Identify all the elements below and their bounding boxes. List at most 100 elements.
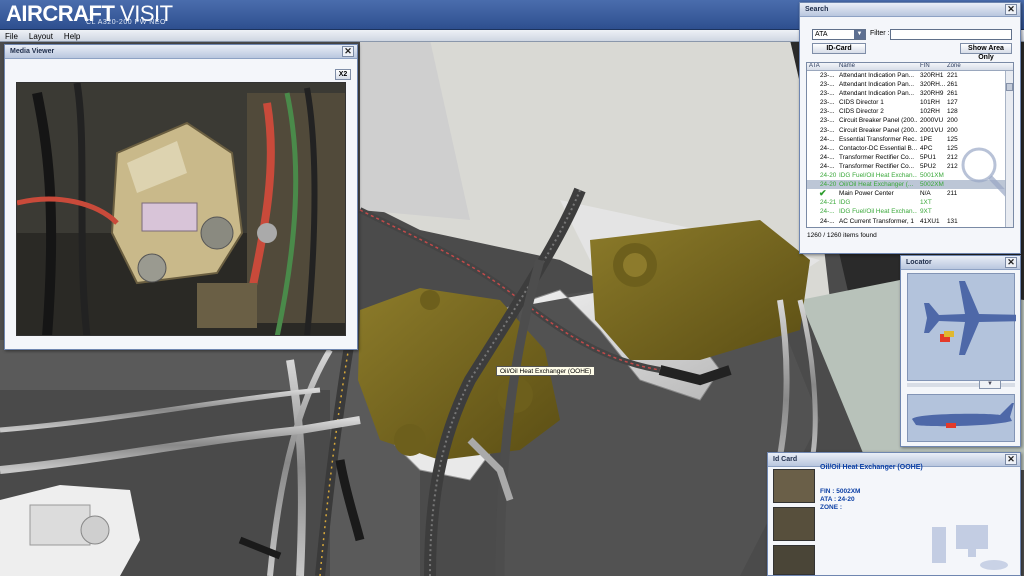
cell-ata: 23-... (820, 90, 835, 98)
cell-name: IDG Fuel/Oil Heat Exchan... (839, 172, 917, 180)
col-zone[interactable]: Zone (947, 63, 961, 69)
cell-zone: 261 (947, 81, 958, 89)
cell-name: CIDS Director 2 (839, 108, 884, 116)
cell-name: Attendant Indication Pan... (839, 81, 914, 89)
component-photo (16, 82, 346, 336)
thumbnail-1[interactable] (773, 469, 815, 503)
cell-fin: 1PE (920, 135, 933, 143)
cell-name: IDG Fuel/Oil Heat Exchan... (839, 208, 917, 216)
cell-name: Circuit Breaker Panel (200... (839, 126, 917, 134)
cell-ata: 23-... (820, 81, 835, 89)
cell-zone: 200 (947, 117, 958, 125)
close-icon[interactable]: ✕ (1005, 4, 1017, 15)
cell-name: AC Current Transformer, 1 (839, 217, 914, 225)
show-area-only-button[interactable]: Show Area Only (960, 43, 1012, 61)
component-fin: FIN : 5002XM (820, 488, 861, 495)
cell-name: Oil/Oil Heat Exchanger (... (839, 181, 914, 189)
cell-ata: 24-... (820, 144, 835, 152)
cell-ata: 23-... (820, 117, 835, 125)
id-card-button[interactable]: ID-Card (812, 43, 866, 54)
cell-fin: 41XU2 (920, 227, 950, 228)
cell-ata: 23-... (820, 126, 835, 134)
cell-fin: 4PC (920, 144, 933, 152)
close-icon[interactable]: ✕ (342, 46, 354, 57)
cell-ata: 24-... (820, 162, 835, 170)
table-scrollbar[interactable] (1005, 71, 1013, 227)
cell-zone: 261 (947, 90, 958, 98)
cell-ata: 23-... (820, 108, 835, 116)
col-fin[interactable]: FIN (920, 63, 930, 69)
slider-handle-chevron-icon[interactable]: ▼ (979, 380, 1001, 389)
cell-fin: 101RH (920, 99, 940, 107)
table-row[interactable]: 23-... Circuit Breaker Panel (200... 2000V… (807, 116, 1013, 125)
cell-fin: 320RH9 (920, 90, 944, 98)
media-viewer-title-text: Media Viewer (10, 48, 55, 55)
table-row[interactable]: 23-... Attendant Indication Pan... 320RH1 2… (807, 71, 1013, 80)
col-name[interactable]: Name (839, 63, 855, 69)
close-icon[interactable]: ✕ (1005, 257, 1017, 268)
cell-fin: 320RH1 (920, 72, 944, 79)
col-ata[interactable]: ATA (809, 63, 820, 69)
cell-ata: 24-... (820, 135, 835, 143)
cell-fin: 9XT (920, 208, 932, 216)
cell-name: Transformer Rectifier Co... (839, 153, 915, 161)
id-card-panel: Id Card ✕ Oil/Oil Heat Exchanger (OOHE) … (767, 452, 1021, 576)
zoom-x2-button[interactable]: X2 (335, 69, 351, 80)
cell-name: Attendant Indication Pan... (839, 90, 914, 98)
locator-title: Locator ✕ (901, 256, 1020, 270)
ata-select[interactable]: ATA ▼ (812, 29, 866, 40)
table-row[interactable]: 23-... Attendant Indication Pan... 320RH9 2… (807, 89, 1013, 98)
scrollbar-thumb[interactable] (1006, 83, 1013, 91)
cell-name: Essential Transformer Rec... (839, 135, 917, 143)
component-name: Oil/Oil Heat Exchanger (OOHE) (820, 464, 923, 471)
table-row[interactable]: 23-... Attendant Indication Pan... 320RH..… (807, 80, 1013, 89)
table-row[interactable]: 23-... CIDS Director 1 101RH 127 (807, 98, 1013, 107)
search-title: Search ✕ (800, 3, 1020, 17)
menu-file[interactable]: File (0, 31, 24, 41)
cell-ata: 24-... (820, 217, 835, 225)
cell-zone: 133 (947, 227, 977, 228)
locator-side-view[interactable] (907, 394, 1015, 442)
table-row[interactable]: 23-... CIDS Director 2 102RH 128 (807, 107, 1013, 116)
cell-ata: 24-20 (820, 181, 837, 189)
cell-name: Transformer Rectifier Co... (839, 162, 915, 170)
cell-zone: 221 (947, 72, 958, 79)
cell-zone: 127 (947, 99, 958, 107)
component-tooltip: Oil/Oil Heat Exchanger (OOHE) (496, 366, 596, 376)
search-panel: Search ✕ ATA ▼ Filter : ID-Card Show Are… (799, 2, 1021, 254)
results-table: ATA Name FIN Zone 23-... Attendant Indica… (806, 62, 1014, 228)
cell-fin: 2000VU (920, 117, 944, 125)
table-row[interactable]: 23-... Circuit Breaker Panel (200... 2001V… (807, 126, 1013, 135)
cell-name: Attendant Indication Pan... (839, 72, 914, 79)
items-found-count: 1260 / 1260 items found (807, 232, 877, 239)
thumbnail-2[interactable] (773, 507, 815, 541)
locator-top-view[interactable] (907, 273, 1024, 381)
filter-input[interactable] (890, 29, 1012, 40)
cell-ata: 24-20 (820, 172, 837, 180)
close-icon[interactable]: ✕ (1005, 454, 1017, 465)
cell-zone: 125 (947, 135, 958, 143)
chevron-down-icon[interactable]: ▼ (854, 30, 865, 39)
cell-fin: 5001XM (920, 172, 944, 180)
cell-fin: 5002XM (920, 181, 944, 189)
menu-help[interactable]: Help (59, 31, 86, 41)
cell-ata: 24-... (820, 227, 839, 228)
search-title-text: Search (805, 6, 829, 13)
thumbnail-3[interactable] (773, 545, 815, 575)
cell-name: Contactor-DC Essential B... (839, 144, 917, 152)
cell-zone: 200 (947, 126, 958, 134)
locator-panel: Locator ✕ ▼ (900, 255, 1024, 447)
cell-ata: 24-... (820, 153, 835, 161)
locator-slider[interactable]: ▼ (907, 380, 1015, 389)
ata-select-value: ATA (815, 31, 828, 38)
table-row[interactable]: 24-...AC Current Transformer, 241XU2133 (807, 226, 1013, 228)
media-viewer-title: Media Viewer ✕ (5, 45, 357, 59)
menu-layout[interactable]: Layout (24, 31, 59, 41)
media-viewer-panel: Media Viewer ✕ X2 (4, 44, 358, 350)
engine-photo-image (17, 83, 345, 335)
computer-watermark-icon (932, 525, 1008, 570)
cell-ata: 23-... (820, 72, 835, 79)
aircraft-side-view-icon (912, 403, 1014, 428)
cell-fin: 5PU2 (920, 162, 936, 170)
cell-fin: 41XU1 (920, 217, 940, 225)
